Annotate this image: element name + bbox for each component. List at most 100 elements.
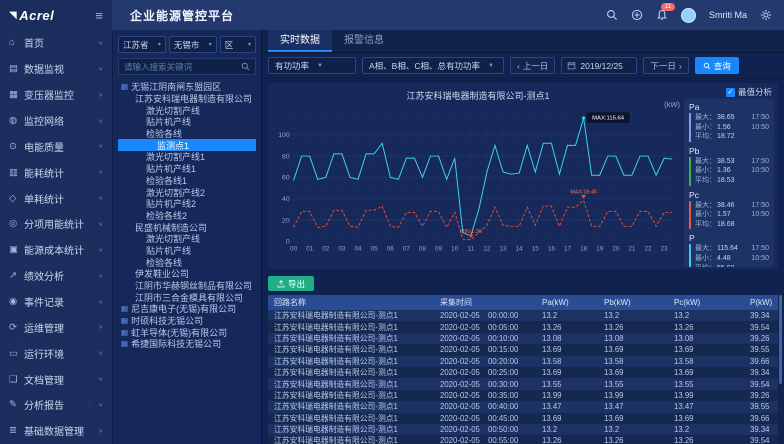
chevron-down-icon: ▾: [245, 41, 251, 48]
phases-select[interactable]: A相、B相、C相、总有功功率 ▼: [362, 57, 504, 74]
table-row[interactable]: 江苏安科瑞电器制造有限公司-测点1 2020-02-0500:40:00 13.…: [268, 401, 778, 412]
table-row[interactable]: 江苏安科瑞电器制造有限公司-测点1 2020-02-0500:20:00 13.…: [268, 356, 778, 367]
next-day-label: 下一日: [650, 60, 676, 72]
table-row[interactable]: 江苏安科瑞电器制造有限公司-测点1 2020-02-0500:45:00 13.…: [268, 413, 778, 424]
city-select[interactable]: 无锡市 ▾: [169, 36, 217, 53]
checkbox-checked-icon: ✓: [726, 88, 735, 97]
sidebar-item[interactable]: ✎ 分析报告 ∨: [0, 392, 112, 418]
tree-node-label: 检验各线1: [146, 175, 187, 187]
chevron-down-icon: ▾: [155, 41, 161, 48]
gear-icon[interactable]: [760, 9, 772, 21]
table-row[interactable]: 江苏安科瑞电器制造有限公司-测点1 2020-02-0500:50:00 13.…: [268, 424, 778, 435]
table-row[interactable]: 江苏安科瑞电器制造有限公司-测点1 2020-02-0500:25:00 13.…: [268, 367, 778, 378]
sidebar-item[interactable]: ≣ 基础数据管理 ∨: [0, 418, 112, 444]
line-chart[interactable]: 0001020304050607080910111213141516171819…: [272, 102, 684, 266]
table-row[interactable]: 江苏安科瑞电器制造有限公司-测点1 2020-02-0500:00:00 13.…: [268, 310, 778, 321]
tree-node[interactable]: 江阴市三合金模具有限公司: [118, 291, 256, 303]
stat-min-row: 最小： 1.36 10:50: [695, 166, 769, 176]
tree-node[interactable]: ▦ 时硕科技无锡公司: [118, 315, 256, 327]
stat-phase-label: P: [689, 233, 769, 243]
table-row[interactable]: 江苏安科瑞电器制造有限公司-测点1 2020-02-0500:55:00 13.…: [268, 435, 778, 444]
table-row[interactable]: 江苏安科瑞电器制造有限公司-测点1 2020-02-0500:10:00 13.…: [268, 333, 778, 344]
tree-node[interactable]: ▦ 希捷国际科技无锡公司: [118, 338, 256, 350]
menu-collapse-icon[interactable]: ≡: [95, 8, 103, 23]
svg-text:100: 100: [278, 132, 290, 139]
tree-node-label: 检验各线2: [146, 210, 187, 222]
tree-node[interactable]: 民盛机械制造公司: [118, 221, 256, 233]
stat-group: Pc 最大： 38.46 17:50 最小： 1.57: [689, 190, 769, 230]
sidebar-item[interactable]: ◇ 单耗统计 ∨: [0, 185, 112, 211]
province-value: 江苏省: [123, 39, 149, 51]
date-picker[interactable]: 2019/12/25: [561, 57, 637, 74]
svg-text:0: 0: [286, 239, 290, 246]
export-button[interactable]: 导出: [268, 276, 314, 291]
sidebar-item[interactable]: ▣ 能源成本统计 ∨: [0, 237, 112, 263]
tree-node[interactable]: 监测点1: [118, 139, 256, 151]
sidebar-item[interactable]: ▥ 能耗统计 ∨: [0, 159, 112, 185]
table-scrollbar[interactable]: [779, 295, 782, 444]
col-collect-time: 采集时间: [434, 295, 536, 310]
sidebar-item-icon: ◉: [9, 296, 24, 307]
sidebar-item-icon: ✎: [9, 399, 24, 410]
sidebar-item[interactable]: ◍ 监控网络 ∨: [0, 108, 112, 134]
sidebar-item-label: 能耗统计: [24, 165, 64, 180]
sidebar-item-icon: ◎: [9, 218, 24, 229]
tree-node[interactable]: 贴片机产线1: [118, 163, 256, 175]
tree-node[interactable]: ▦ 虹羊导体(无锡)有限公司: [118, 326, 256, 338]
query-button[interactable]: 查询: [695, 57, 739, 74]
tree-node[interactable]: 激光切割产线: [118, 104, 256, 116]
max-analysis-checkbox[interactable]: ✓ 最值分析: [726, 86, 772, 98]
fullscreen-icon[interactable]: [631, 9, 643, 21]
next-day-button[interactable]: 下一日 ›: [643, 57, 688, 74]
tree-node[interactable]: 检验各线: [118, 128, 256, 140]
table-row[interactable]: 江苏安科瑞电器制造有限公司-测点1 2020-02-0500:15:00 13.…: [268, 344, 778, 355]
tree-node[interactable]: 江阴市华赫钢丝制品有限公司: [118, 280, 256, 292]
tree-node[interactable]: 检验各线1: [118, 175, 256, 187]
scrollbar-thumb[interactable]: [779, 295, 782, 384]
table-row[interactable]: 江苏安科瑞电器制造有限公司-测点1 2020-02-0500:05:00 13.…: [268, 321, 778, 332]
chevron-down-icon: ∨: [98, 376, 103, 382]
notifications-bell-icon[interactable]: 11: [656, 9, 668, 21]
tree-node[interactable]: 伊发鞋业公司: [118, 268, 256, 280]
sidebar-item[interactable]: ⊙ 电能质量 ∨: [0, 133, 112, 159]
tree-node[interactable]: 激光切割产线1: [118, 151, 256, 163]
sidebar-item[interactable]: ↗ 绩效分析 ∨: [0, 263, 112, 289]
sidebar-item[interactable]: ⌂ 首页 ∨: [0, 30, 112, 56]
tab[interactable]: 报警信息: [332, 30, 396, 52]
table-row[interactable]: 江苏安科瑞电器制造有限公司-测点1 2020-02-0500:35:00 13.…: [268, 390, 778, 401]
tree-node[interactable]: 江苏安科瑞电器制造有限公司: [118, 93, 256, 105]
sidebar-item[interactable]: ⟳ 运维管理 ∨: [0, 314, 112, 340]
tree-node[interactable]: 贴片机产线2: [118, 198, 256, 210]
tree-node-label: 时硕科技无锡公司: [131, 315, 203, 327]
tree-node[interactable]: 激光切割产线: [118, 233, 256, 245]
sidebar-item[interactable]: ▤ 数据监视 ∨: [0, 56, 112, 82]
building-icon: ▦: [121, 328, 128, 337]
tree-node[interactable]: ▦ 尼吉康电子(无锡)有限公司: [118, 303, 256, 315]
tree-search-input[interactable]: 请输入搜索关键词: [118, 58, 256, 75]
filter-bar: 有功功率 ▼ A相、B相、C相、总有功功率 ▼ ‹ 上一日 2019/12/25…: [262, 53, 784, 79]
chevron-down-icon: ∨: [98, 66, 103, 72]
sidebar-item[interactable]: ❏ 文档管理 ∨: [0, 366, 112, 392]
province-select[interactable]: 江苏省 ▾: [118, 36, 166, 53]
chevron-down-icon: ∨: [98, 272, 103, 278]
sidebar-item[interactable]: ▦ 变压器监控 ∨: [0, 82, 112, 108]
chevron-left-icon: ‹: [517, 61, 520, 71]
district-select[interactable]: 区 ▾: [220, 36, 256, 53]
tree-node[interactable]: 激光切割产线2: [118, 186, 256, 198]
avatar[interactable]: [681, 8, 696, 23]
tree-node[interactable]: 检验各线: [118, 256, 256, 268]
table-row[interactable]: 江苏安科瑞电器制造有限公司-测点1 2020-02-0500:30:00 13.…: [268, 378, 778, 389]
svg-text:16: 16: [548, 246, 556, 253]
tab[interactable]: 实时数据: [268, 30, 332, 52]
stat-max-row: 最大： 38.65 17:50: [695, 113, 769, 123]
tree-node[interactable]: 贴片机产线: [118, 245, 256, 257]
parameter-select[interactable]: 有功功率 ▼: [268, 57, 356, 74]
sidebar-item[interactable]: ◎ 分项用能统计 ∨: [0, 211, 112, 237]
tree-node[interactable]: 贴片机产线: [118, 116, 256, 128]
sidebar-item[interactable]: ▭ 运行环境 ∨: [0, 340, 112, 366]
prev-day-button[interactable]: ‹ 上一日: [510, 57, 555, 74]
sidebar-item[interactable]: ◉ 事件记录 ∨: [0, 289, 112, 315]
search-icon[interactable]: [606, 9, 618, 21]
tree-node[interactable]: 检验各线2: [118, 210, 256, 222]
tree-node[interactable]: ▦ 无锡江阴南闸东盟园区: [118, 81, 256, 93]
